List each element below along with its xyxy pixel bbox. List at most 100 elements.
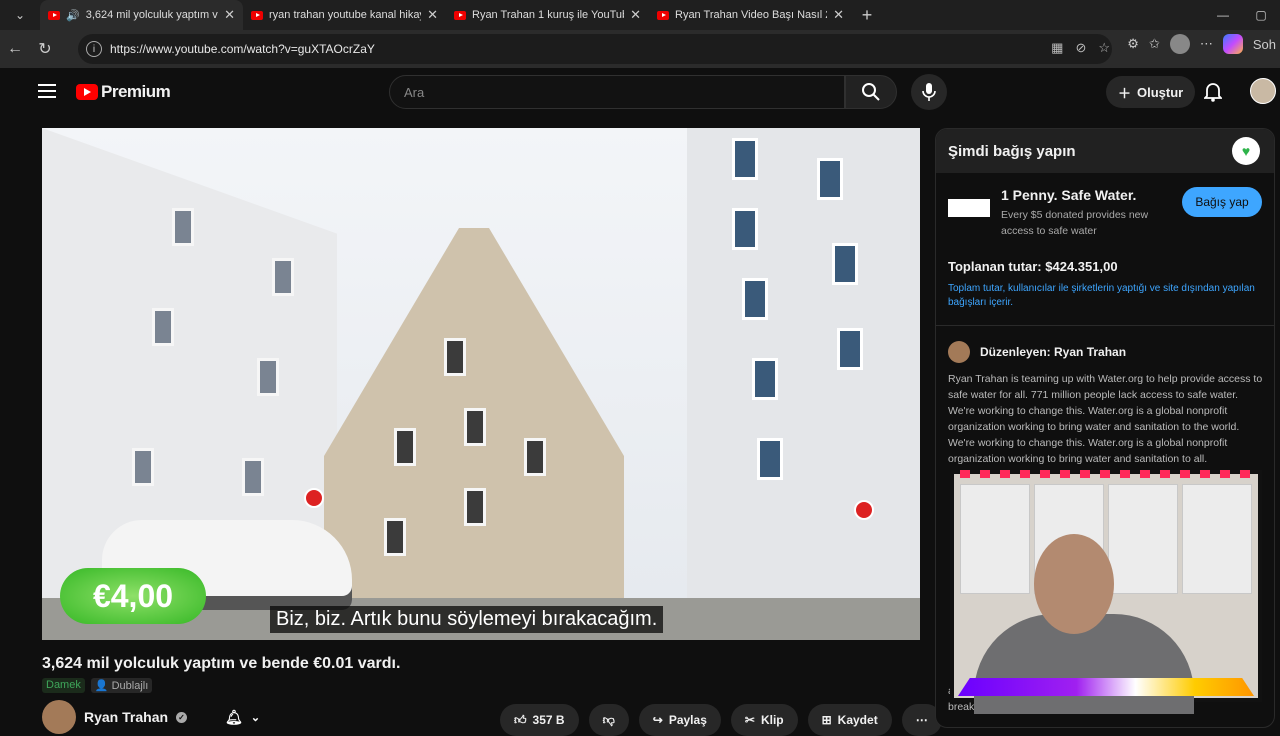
clip-label: Klip [760, 713, 784, 727]
donate-button[interactable]: Bağış yap [1182, 187, 1262, 217]
amount-raised: Toplanan tutar: $424.351,00 [948, 259, 1118, 274]
youtube-header: Premium Ara ＋ Oluştur [14, 68, 1280, 124]
minimize-icon[interactable]: — [1204, 8, 1242, 22]
channel-name[interactable]: Ryan Trahan [84, 709, 168, 725]
no-entry-sign [854, 500, 874, 520]
webcam-frame-bar [958, 678, 1254, 696]
favorite-star-icon[interactable]: ☆ [1098, 40, 1110, 56]
cause-title: 1 Penny. Safe Water. [1001, 187, 1137, 203]
share-label: Paylaş [668, 713, 707, 727]
close-tab-icon[interactable]: ✕ [833, 7, 844, 23]
webcam-overlay [950, 470, 1262, 714]
menu-icon[interactable] [38, 84, 56, 98]
search-placeholder: Ara [404, 84, 425, 100]
share-button[interactable]: ↪ Paylaş [638, 704, 721, 736]
organizer-avatar [948, 341, 970, 363]
organizer-label: Düzenleyen: Ryan Trahan [980, 345, 1127, 359]
save-icon: ⊞ [821, 713, 832, 727]
scissors-icon: ✂ [744, 713, 755, 727]
browser-tab[interactable]: Ryan Trahan 1 kuruş ile YouTube'u ✕ [446, 0, 649, 30]
tab-actions-chevron-icon[interactable]: ⌄ [0, 0, 40, 30]
voice-search-button[interactable] [911, 74, 947, 110]
dislike-button[interactable]: 👎︎ [588, 704, 629, 736]
close-tab-icon[interactable]: ✕ [427, 7, 438, 23]
favorites-icon[interactable]: ✩ [1149, 36, 1160, 52]
chevron-down-icon[interactable]: ⌄ [251, 711, 260, 724]
youtube-favicon-icon [251, 10, 263, 20]
url-action-icons: ▦ ⊘ ☆ [1051, 40, 1110, 56]
window-controls: — ▢ [1204, 0, 1280, 30]
browser-tab[interactable]: ryan trahan youtube kanal hikayeli ✕ [243, 0, 446, 30]
video-frame-building-right [687, 128, 920, 608]
organizer: Düzenleyen: Ryan Trahan [948, 341, 1126, 363]
browser-tab[interactable]: 🔊 3,624 mil yolculuk yaptım ve b ✕ [40, 0, 243, 30]
panel-divider [936, 325, 1274, 326]
thumbs-up-icon: 👍︎ [514, 712, 527, 727]
dubbed-badge: 👤 Dublajlı [90, 678, 153, 693]
youtube-logo[interactable]: Premium [76, 82, 171, 102]
water-org-logo [948, 199, 990, 217]
user-avatar[interactable] [1250, 78, 1276, 104]
notification-bell-icon[interactable]: 🔔︎ [225, 709, 243, 726]
amount-raised-note[interactable]: Toplam tutar, kullanıcılar ile şirketler… [948, 282, 1266, 310]
donation-heart-icon: ♥ [1232, 137, 1260, 165]
url-field[interactable]: i https://www.youtube.com/watch?v=guXTAO… [78, 34, 1112, 64]
tab-title: ryan trahan youtube kanal hikayeli [269, 9, 422, 21]
search-button[interactable] [845, 75, 897, 109]
price-overlay: €4,00 [60, 568, 206, 624]
donation-panel-title: Şimdi bağış yapın [948, 142, 1076, 160]
maximize-icon[interactable]: ▢ [1242, 8, 1280, 22]
save-button[interactable]: ⊞ Kaydet [807, 704, 892, 736]
sidebar-chat-label[interactable]: Soh [1253, 37, 1276, 52]
organizer-description: Ryan Trahan is teaming up with Water.org… [948, 373, 1263, 465]
browser-tab-bar: ⌄ 🔊 3,624 mil yolculuk yaptım ve b ✕ rya… [0, 0, 1280, 30]
create-label: Oluştur [1137, 84, 1184, 100]
no-entry-sign [304, 488, 324, 508]
close-tab-icon[interactable]: ✕ [630, 7, 641, 23]
dubbed-icon: 👤 [94, 680, 109, 692]
video-player[interactable] [42, 128, 920, 640]
like-button[interactable]: 👍︎ 357 B [500, 704, 579, 736]
more-options-icon[interactable]: ⋯ [1200, 36, 1213, 52]
close-tab-icon[interactable]: ✕ [224, 7, 235, 23]
video-title: 3,624 mil yolculuk yaptım ve bende €0.01… [42, 655, 401, 672]
webcam-person-head [1034, 534, 1114, 634]
channel-avatar[interactable] [42, 700, 76, 734]
url-text: https://www.youtube.com/watch?v=guXTAOcr… [110, 42, 375, 56]
channel-info: Ryan Trahan ✓ 🔔︎ ⌄ [42, 700, 260, 734]
webcam-frame-top [960, 470, 1252, 478]
clip-button[interactable]: ✂ Klip [730, 704, 798, 736]
search-input[interactable]: Ara [389, 75, 845, 109]
video-tags: Damek 👤 Dublajlı [42, 678, 153, 693]
new-tab-icon[interactable]: + [852, 5, 882, 26]
tracking-icon[interactable]: ⊘ [1075, 40, 1086, 56]
apps-icon[interactable]: ▦ [1051, 40, 1063, 56]
video-actions: 👍︎ 357 B 👎︎ ↪ Paylaş ✂ Klip ⊞ Kaydet ⋯ [500, 704, 942, 736]
site-info-icon[interactable]: i [86, 41, 102, 57]
tab-title: 3,624 mil yolculuk yaptım ve b [85, 9, 218, 21]
address-bar: ← ↻ i https://www.youtube.com/watch?v=gu… [0, 30, 1280, 68]
profile-avatar[interactable] [1169, 34, 1190, 54]
tab-title: Ryan Trahan Video Başı Nasıl 25.48 [675, 9, 827, 21]
youtube-favicon-icon [454, 10, 466, 20]
copilot-icon[interactable] [1222, 34, 1243, 54]
browser-tab[interactable]: Ryan Trahan Video Başı Nasıl 25.48 ✕ [649, 0, 852, 30]
notifications-bell-icon[interactable] [1202, 82, 1224, 107]
dubbed-label: Dublajlı [111, 680, 149, 692]
reload-icon[interactable]: ↻ [30, 39, 60, 59]
more-icon: ⋯ [915, 713, 928, 727]
speaker-icon[interactable]: 🔊 [66, 9, 80, 22]
save-label: Kaydet [837, 713, 878, 727]
thumbs-down-icon: 👎︎ [602, 712, 615, 727]
extensions-icon[interactable]: ⚙ [1127, 36, 1139, 52]
back-icon[interactable]: ← [0, 40, 30, 58]
tab-title: Ryan Trahan 1 kuruş ile YouTube'u [472, 9, 624, 21]
microphone-icon [922, 83, 936, 101]
youtube-play-icon [76, 84, 98, 100]
share-icon: ↪ [652, 713, 663, 727]
create-button[interactable]: ＋ Oluştur [1106, 76, 1196, 108]
cause-description: Every $5 donated provides new access to … [1001, 209, 1149, 237]
verified-icon: ✓ [176, 711, 188, 723]
browser-toolbar-icons: ⚙ ✩ ⋯ Soh [1127, 34, 1280, 54]
tag-badge: Damek [42, 678, 85, 693]
